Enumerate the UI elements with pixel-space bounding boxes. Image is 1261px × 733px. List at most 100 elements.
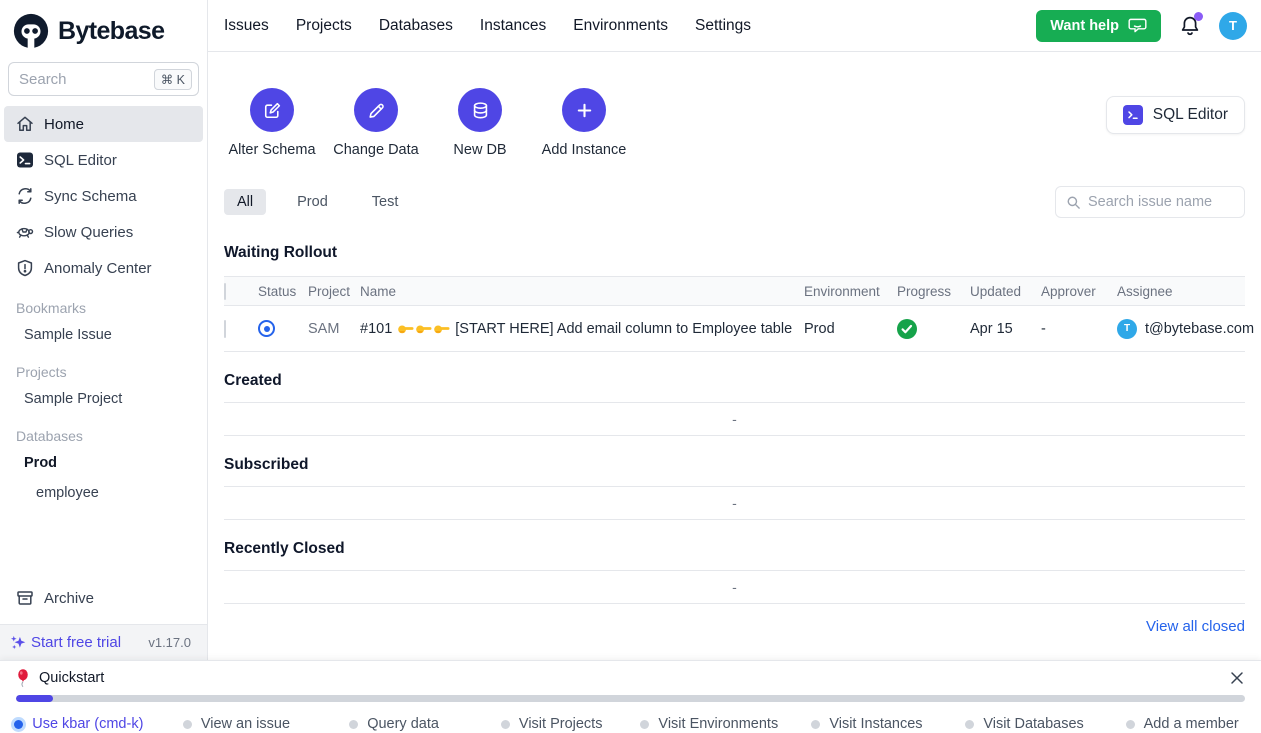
step-dot-icon	[349, 720, 358, 729]
quickstart-item-visit-projects[interactable]: Visit Projects	[473, 716, 631, 732]
quickstart-item-label: Visit Databases	[983, 716, 1083, 732]
sparkles-icon	[10, 634, 27, 651]
turtle-icon	[16, 223, 34, 241]
sidebar-item-archive[interactable]: Archive	[4, 580, 203, 616]
new-db-button[interactable]: New DB	[432, 88, 528, 158]
brand-logo[interactable]: Bytebase	[0, 0, 207, 62]
sidebar-footer: Start free trial v1.17.0	[0, 624, 207, 660]
topnav-item-environments[interactable]: Environments	[573, 17, 668, 35]
brand-name: Bytebase	[58, 17, 164, 46]
quickstart-progress-track	[16, 695, 1245, 702]
issue-project: SAM	[308, 321, 360, 337]
topnav-item-settings[interactable]: Settings	[695, 17, 751, 35]
column-header-approver: Approver	[1041, 284, 1117, 299]
quickstart-item-visit-databases[interactable]: Visit Databases	[946, 716, 1104, 732]
quickstart-item-visit-instances[interactable]: Visit Instances	[788, 716, 946, 732]
topnav-item-instances[interactable]: Instances	[480, 17, 546, 35]
chat-bubble-icon	[1128, 17, 1147, 34]
topnav-item-projects[interactable]: Projects	[296, 17, 352, 35]
user-avatar[interactable]: T	[1219, 12, 1247, 40]
column-header-status: Status	[258, 284, 308, 299]
section-title-created: Created	[224, 372, 1245, 390]
topnav-item-databases[interactable]: Databases	[379, 17, 453, 35]
plus-icon	[562, 88, 606, 132]
sidebar-spacer	[0, 508, 207, 580]
main-area: Issues Projects Databases Instances Envi…	[208, 0, 1261, 660]
database-icon	[458, 88, 502, 132]
quickstart-item-label: Visit Environments	[658, 716, 778, 732]
quickstart-bar: Quickstart Use kbar (cmd-k) View an issu…	[0, 660, 1261, 733]
progress-done-icon	[897, 319, 917, 339]
search-placeholder: Search	[19, 71, 148, 88]
quickstart-item-query-data[interactable]: Query data	[315, 716, 473, 732]
sidebar-item-prod[interactable]: Prod	[0, 448, 207, 478]
tab-test[interactable]: Test	[359, 189, 412, 215]
step-dot-icon	[965, 720, 974, 729]
sidebar-search-input[interactable]: Search ⌘ K	[8, 62, 199, 96]
version-label: v1.17.0	[148, 635, 191, 650]
issue-search-input[interactable]	[1088, 194, 1234, 210]
sidebar-item-anomaly-center[interactable]: Anomaly Center	[4, 250, 203, 286]
sidebar-item-sql-editor[interactable]: SQL Editor	[4, 142, 203, 178]
keyboard-shortcut-badge: ⌘ K	[154, 69, 192, 90]
issue-search-box[interactable]	[1055, 186, 1245, 218]
issue-open-status-icon	[258, 320, 275, 337]
sidebar-item-label: Archive	[44, 590, 94, 607]
sidebar-group-title-bookmarks: Bookmarks	[16, 300, 191, 316]
sidebar-item-home[interactable]: Home	[4, 106, 203, 142]
quickstart-item-label: View an issue	[201, 716, 290, 732]
issue-updated: Apr 15	[970, 321, 1041, 337]
sidebar-item-sample-issue[interactable]: Sample Issue	[0, 320, 207, 350]
archive-icon	[16, 589, 34, 607]
recently-closed-empty-row: -	[224, 570, 1245, 604]
sidebar-group-title-projects: Projects	[16, 364, 191, 380]
sidebar-item-label: Slow Queries	[44, 224, 133, 241]
shield-icon	[16, 259, 34, 277]
start-free-trial-link[interactable]: Start free trial	[31, 634, 121, 651]
issue-approver: -	[1041, 321, 1117, 337]
issue-table-row[interactable]: SAM #101 [START HERE] Add email column t…	[224, 306, 1245, 352]
step-dot-icon	[640, 720, 649, 729]
sidebar-item-slow-queries[interactable]: Slow Queries	[4, 214, 203, 250]
pointing-right-emoji	[397, 322, 450, 335]
want-help-button[interactable]: Want help	[1036, 10, 1161, 42]
select-all-checkbox[interactable]	[224, 283, 226, 300]
sidebar-item-label: SQL Editor	[44, 152, 117, 169]
topnav-item-issues[interactable]: Issues	[224, 17, 269, 35]
notifications-bell-button[interactable]	[1179, 15, 1201, 37]
close-icon[interactable]	[1229, 670, 1245, 686]
issue-id: #101	[360, 321, 392, 337]
issue-title: [START HERE] Add email column to Employe…	[455, 321, 792, 337]
quickstart-item-use-kbar[interactable]: Use kbar (cmd-k)	[0, 716, 158, 732]
bytebase-logo-icon	[12, 12, 50, 50]
column-header-updated: Updated	[970, 284, 1041, 299]
sidebar: Bytebase Search ⌘ K Home SQL Editor	[0, 0, 208, 660]
quickstart-item-visit-environments[interactable]: Visit Environments	[631, 716, 789, 732]
column-header-project: Project	[308, 284, 360, 299]
issue-name[interactable]: #101 [START HERE] Add email column to Em…	[360, 321, 804, 337]
sidebar-item-sample-project[interactable]: Sample Project	[0, 384, 207, 414]
view-all-closed-link[interactable]: View all closed	[1146, 618, 1245, 635]
issue-environment: Prod	[804, 321, 897, 337]
tab-all[interactable]: All	[224, 189, 266, 215]
row-checkbox[interactable]	[224, 320, 226, 338]
top-nav: Issues Projects Databases Instances Envi…	[224, 17, 751, 35]
sidebar-item-label: Sync Schema	[44, 188, 137, 205]
notification-dot	[1194, 12, 1203, 21]
step-dot-icon	[183, 720, 192, 729]
sidebar-item-label: Anomaly Center	[44, 260, 152, 277]
quickstart-item-add-a-member[interactable]: Add a member	[1103, 716, 1261, 732]
quickstart-item-view-an-issue[interactable]: View an issue	[158, 716, 316, 732]
edit-square-icon	[250, 88, 294, 132]
sidebar-item-sync-schema[interactable]: Sync Schema	[4, 178, 203, 214]
tab-prod[interactable]: Prod	[284, 189, 341, 215]
sidebar-item-employee[interactable]: employee	[0, 478, 207, 508]
change-data-button[interactable]: Change Data	[328, 88, 424, 158]
home-icon	[16, 115, 34, 133]
terminal-icon	[1123, 105, 1143, 125]
alter-schema-button[interactable]: Alter Schema	[224, 88, 320, 158]
action-label: Add Instance	[542, 142, 627, 158]
add-instance-button[interactable]: Add Instance	[536, 88, 632, 158]
quickstart-item-label: Use kbar (cmd-k)	[32, 716, 143, 732]
sql-editor-button[interactable]: SQL Editor	[1106, 96, 1245, 134]
